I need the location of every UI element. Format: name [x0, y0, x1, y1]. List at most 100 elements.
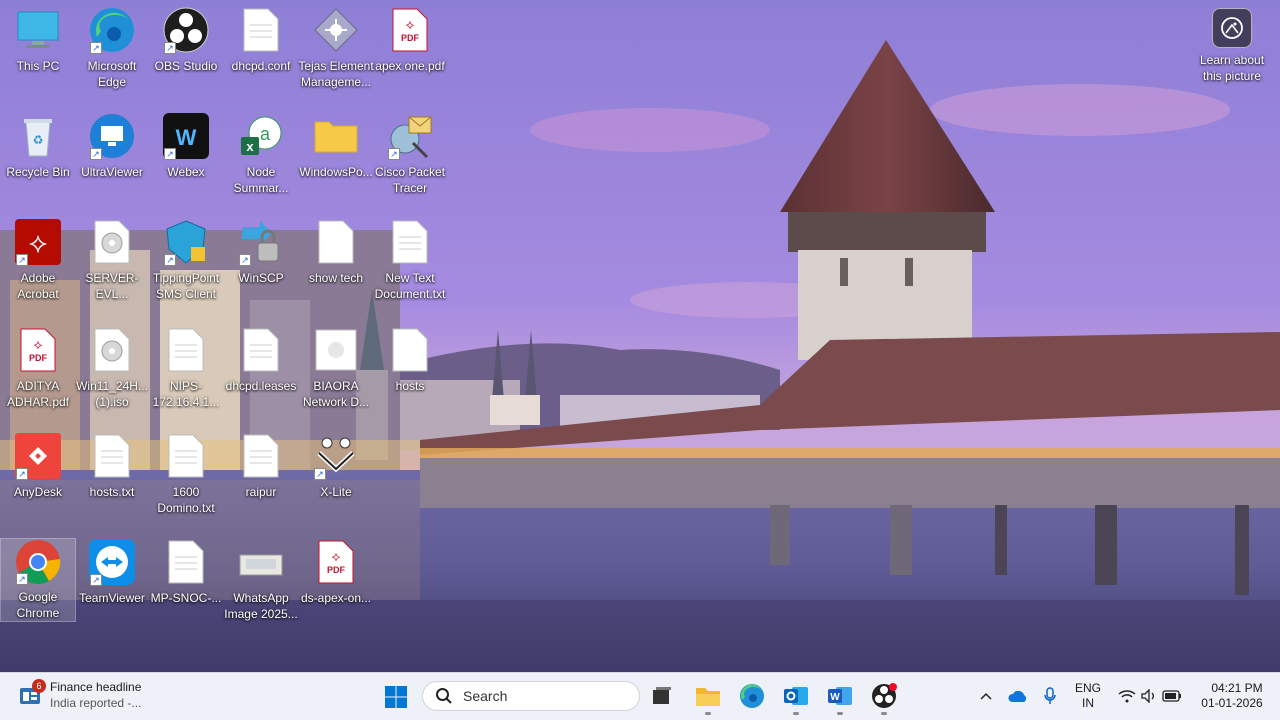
- text-file-icon: [162, 326, 210, 374]
- task-view-button[interactable]: [646, 680, 678, 712]
- language-code: ENG: [1074, 681, 1101, 695]
- desktop-icon-windowspo[interactable]: WindowsPo...: [298, 112, 374, 180]
- desktop-icon-webex[interactable]: W ↗ Webex: [148, 112, 224, 180]
- text-file-icon: [162, 432, 210, 480]
- desktop-icon-this-pc[interactable]: This PC: [0, 6, 76, 74]
- pdf-file-icon: PDF ⟡: [14, 326, 62, 374]
- word-icon: W: [828, 687, 852, 705]
- task-view-icon: [653, 687, 671, 704]
- taskbar-edge[interactable]: [736, 680, 768, 712]
- wifi-icon: [1118, 690, 1136, 703]
- desktop-icon-whatsapp-image[interactable]: WhatsApp Image 2025...: [223, 538, 299, 622]
- shortcut-arrow-icon: ↗: [90, 574, 102, 586]
- shortcut-arrow-icon: ↗: [239, 254, 251, 266]
- desktop-icon-show-tech[interactable]: show tech: [298, 218, 374, 286]
- shortcut-arrow-icon: ↗: [164, 42, 176, 54]
- start-button[interactable]: [380, 681, 412, 713]
- running-indicator: [705, 712, 711, 715]
- learn-about-picture[interactable]: Learn about this picture: [1196, 8, 1268, 84]
- chevron-up-icon: [980, 692, 992, 700]
- edge-icon: [740, 684, 764, 708]
- image-file-icon: [312, 326, 360, 374]
- desktop-icon-cisco-packet-tracer[interactable]: ↗ Cisco Packet Tracer: [372, 112, 448, 196]
- desktop-icon-new-text-document[interactable]: New Text Document.txt: [372, 218, 448, 302]
- desktop-icon-recycle-bin[interactable]: ♻ Recycle Bin: [0, 112, 76, 180]
- news-title: Finance headline: [50, 680, 142, 694]
- packet-tracer-icon: ↗: [386, 112, 434, 160]
- teamviewer-icon: ↗: [88, 538, 136, 586]
- desktop-icon-obs-studio[interactable]: ↗ OBS Studio: [148, 6, 224, 74]
- camera-info-icon: [1212, 8, 1252, 48]
- svg-text:W: W: [176, 125, 197, 150]
- text-file-icon: [237, 326, 285, 374]
- desktop-icon-hosts[interactable]: hosts: [372, 326, 448, 394]
- svg-text:W: W: [830, 692, 840, 703]
- shortcut-arrow-icon: ↗: [16, 254, 28, 266]
- desktop-icon-adobe-acrobat[interactable]: ⟡ ↗ Adobe Acrobat: [0, 218, 76, 302]
- desktop-icon-teamviewer[interactable]: ↗ TeamViewer: [74, 538, 150, 606]
- taskbar-outlook[interactable]: [780, 680, 812, 715]
- pdf-file-icon: PDF ⟡: [386, 6, 434, 54]
- desktop-icon-x-lite[interactable]: ↗ X-Lite: [298, 432, 374, 500]
- search-icon: [436, 688, 452, 704]
- recycle-bin-icon: ♻: [14, 112, 62, 160]
- shortcut-arrow-icon: ↗: [164, 148, 176, 160]
- running-indicator: [881, 712, 887, 715]
- running-indicator: [837, 712, 843, 715]
- desktop-icon-ultraviewer[interactable]: ↗ UltraViewer: [74, 112, 150, 180]
- desktop-icon-tippingpoint[interactable]: ↗ TippingPoint SMS Client: [148, 218, 224, 302]
- taskbar-obs[interactable]: [868, 680, 900, 715]
- desktop-icon-hosts-txt[interactable]: hosts.txt: [74, 432, 150, 500]
- pdf-file-icon: PDF ⟡: [312, 538, 360, 586]
- desktop-icon-server-evl[interactable]: SERVER-EVL...: [74, 218, 150, 302]
- desktop-icon-win11-iso[interactable]: Win11_24H... (1).iso: [74, 326, 150, 410]
- acrobat-icon: ⟡ ↗: [14, 218, 62, 266]
- desktop-icon-biaora-network[interactable]: BIAORA Network D...: [298, 326, 374, 410]
- svg-text:PDF: PDF: [401, 33, 420, 43]
- desktop-icon-dhcpd-conf[interactable]: dhcpd.conf: [223, 6, 299, 74]
- folder-icon: [696, 688, 720, 706]
- windows-logo-icon: [385, 686, 407, 708]
- onedrive-tray[interactable]: [1006, 672, 1030, 720]
- webex-icon: W ↗: [162, 112, 210, 160]
- quick-settings-button[interactable]: [1114, 672, 1186, 720]
- news-widget-icon: 6: [18, 679, 46, 708]
- news-widget[interactable]: 6 Finance headline India reported -...: [18, 679, 141, 711]
- desktop-icon-microsoft-edge[interactable]: ↗ Microsoft Edge: [74, 6, 150, 90]
- desktop-icon-mp-snoc[interactable]: MP-SNOC-...: [148, 538, 224, 606]
- excel-file-icon: ax: [237, 112, 285, 160]
- shortcut-arrow-icon: ↗: [90, 148, 102, 160]
- show-hidden-icons-button[interactable]: [976, 672, 996, 720]
- microphone-tray[interactable]: [1040, 672, 1060, 720]
- desktop-icon-tejas-element[interactable]: Tejas Element Manageme...: [298, 6, 374, 90]
- desktop-icon-winscp[interactable]: ↗ WinSCP: [223, 218, 299, 286]
- text-file-icon: [312, 218, 360, 266]
- svg-text:♻: ♻: [33, 133, 44, 147]
- x-lite-icon: ↗: [312, 432, 360, 480]
- taskbar-word[interactable]: W: [824, 680, 856, 715]
- obs-icon: [872, 683, 897, 708]
- ultraviewer-icon: ↗: [88, 112, 136, 160]
- desktop-icon-nips[interactable]: NIPS-172.16.4.1...: [148, 326, 224, 410]
- outlook-icon: [784, 687, 808, 705]
- svg-text:⟡: ⟡: [33, 336, 42, 352]
- shortcut-arrow-icon: ↗: [314, 468, 326, 480]
- desktop-icon-anydesk[interactable]: ↗ AnyDesk: [0, 432, 76, 500]
- desktop-icon-google-chrome[interactable]: ↗ Google Chrome: [0, 538, 76, 622]
- desktop-icon-aditya-adhar-pdf[interactable]: PDF ⟡ ADITYA ADHAR.pdf: [0, 326, 76, 410]
- text-file-icon: [386, 326, 434, 374]
- desktop-icon-node-summary[interactable]: ax Node Summar...: [223, 112, 299, 196]
- desktop-icon-1600-domino[interactable]: 1600 Domino.txt: [148, 432, 224, 516]
- clock-button[interactable]: 04:21 PM 01-01-2026: [1192, 672, 1272, 720]
- language-indicator[interactable]: ENG IN: [1068, 672, 1108, 720]
- taskbar-file-explorer[interactable]: [692, 680, 724, 715]
- svg-text:⟡: ⟡: [331, 548, 340, 564]
- search-label: Search: [463, 688, 508, 704]
- desktop-icon-raipur[interactable]: raipur: [223, 432, 299, 500]
- desktop-icon-dhcpd-leases[interactable]: dhcpd.leases: [223, 326, 299, 394]
- notification-badge: 6: [32, 679, 46, 693]
- desktop-icon-apex-one-pdf[interactable]: PDF ⟡ apex one.pdf: [372, 6, 448, 74]
- taskbar-search[interactable]: Search: [422, 681, 640, 711]
- desktop-icon-ds-apex-one[interactable]: PDF ⟡ ds-apex-on...: [298, 538, 374, 606]
- chrome-icon: ↗: [14, 539, 62, 585]
